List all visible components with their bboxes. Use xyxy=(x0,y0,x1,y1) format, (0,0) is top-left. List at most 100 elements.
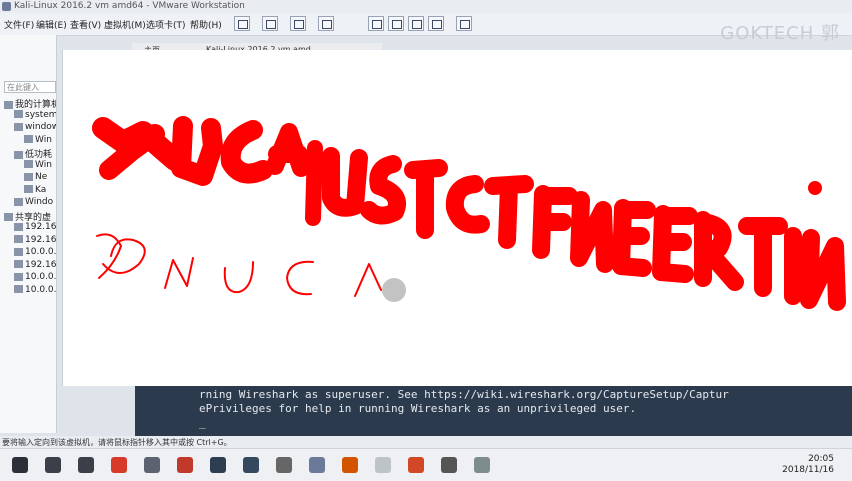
host-icon xyxy=(14,272,23,281)
sidebar-item[interactable]: 192.168. xyxy=(14,260,56,270)
library-sidebar: 在此键入 我的计算机systemwindowsWin低功耗WinNeKaWind… xyxy=(0,35,57,433)
app-icon[interactable] xyxy=(375,457,391,473)
sidebar-item[interactable]: 低功耗 xyxy=(14,147,52,160)
terminal-cursor: _ xyxy=(199,416,206,429)
folder-icon xyxy=(14,150,23,159)
clock-time: 20:05 xyxy=(808,454,834,464)
menu-file[interactable]: 文件(F) xyxy=(4,18,34,31)
sidebar-item[interactable]: Win xyxy=(24,160,52,170)
manage-button[interactable] xyxy=(318,16,334,31)
thumbnail-button[interactable] xyxy=(388,16,404,31)
host-icon xyxy=(14,222,23,231)
revert-button[interactable] xyxy=(290,16,306,31)
app-icon[interactable] xyxy=(342,457,358,473)
vm-icon xyxy=(24,160,33,168)
windows-start-icon[interactable] xyxy=(12,457,28,473)
status-text: 要将输入定向到该虚拟机，请将鼠标指针移入其中或按 Ctrl+G。 xyxy=(2,438,232,447)
snapshot-icon xyxy=(266,20,276,29)
menu-vm[interactable]: 虚拟机(M) xyxy=(104,18,146,31)
sidebar-item-label: 10.0.0.20 xyxy=(25,247,57,257)
sidebar-item-label: Windo xyxy=(25,197,54,207)
sidebar-item[interactable]: 共享的虚 xyxy=(4,210,51,223)
pause-icon xyxy=(238,20,248,29)
sidebar-item-label: Ne xyxy=(35,172,48,182)
handwriting-bold xyxy=(92,116,846,311)
library-search-input[interactable]: 在此键入 xyxy=(4,81,56,93)
pause-button[interactable] xyxy=(234,16,250,31)
app-icon[interactable] xyxy=(474,457,490,473)
menu-view[interactable]: 查看(V) xyxy=(70,18,101,31)
snapshot-button[interactable] xyxy=(262,16,278,31)
sidebar-item-label: 10.0.0.22 xyxy=(25,272,57,282)
menu-help[interactable]: 帮助(H) xyxy=(190,18,222,31)
app-icon[interactable] xyxy=(276,457,292,473)
terminal-line: rning Wireshark as superuser. See https:… xyxy=(199,388,729,401)
host-icon xyxy=(14,247,23,256)
host-icon xyxy=(14,285,23,293)
sidebar-item-label: 192.168. xyxy=(25,222,57,232)
sidebar-item-label: 共享的虚 xyxy=(15,212,52,223)
menu-edit[interactable]: 编辑(E) xyxy=(36,18,67,31)
vmware-app-icon xyxy=(2,2,11,11)
terminal-panel[interactable]: rning Wireshark as superuser. See https:… xyxy=(135,386,852,436)
library-icon xyxy=(372,20,382,29)
sidebar-item-label: Ka xyxy=(35,184,47,195)
folder-icon xyxy=(14,122,23,131)
sidebar-item[interactable]: 192.168. xyxy=(14,234,57,245)
sidebar-item[interactable]: 192.168. xyxy=(14,222,57,232)
menubar: 文件(F) 编辑(E) 查看(V) 虚拟机(M) 选项卡(T) 帮助(H) GO… xyxy=(0,13,852,44)
search-icon[interactable] xyxy=(45,457,61,473)
terminal-line: ePrivileges for help in running Wireshar… xyxy=(199,402,637,415)
fullscreen-button[interactable] xyxy=(428,16,444,31)
vm-icon xyxy=(24,135,33,143)
sidebar-item-label: 10.0.0.20 xyxy=(25,284,57,295)
show-library-button[interactable] xyxy=(368,16,384,31)
sidebar-item-label: windows xyxy=(25,122,56,132)
sidebar-item[interactable]: Windo xyxy=(14,197,53,207)
sidebar-item[interactable]: 10.0.0.20 xyxy=(14,247,57,257)
taskbar: 20:05 2018/11/16 xyxy=(0,448,852,481)
taskview-icon[interactable] xyxy=(78,457,94,473)
sidebar-item[interactable]: Ne xyxy=(24,172,47,182)
sidebar-item[interactable]: Ka xyxy=(24,185,46,195)
sidebar-item[interactable]: 10.0.0.22 xyxy=(14,272,57,282)
taskbar-clock[interactable]: 20:05 2018/11/16 xyxy=(782,454,834,476)
app-icon[interactable] xyxy=(177,457,193,473)
folder-icon xyxy=(4,213,13,221)
sidebar-item[interactable]: 10.0.0.20 xyxy=(14,284,57,295)
console-icon xyxy=(412,20,422,29)
window-title: Kali-Linux 2016.2 vm amd64 - VMware Work… xyxy=(14,1,245,11)
thumbnail-icon xyxy=(392,20,402,29)
app-icon[interactable] xyxy=(210,457,226,473)
vm-icon xyxy=(14,110,23,118)
settings-icon[interactable] xyxy=(441,457,457,473)
handwriting-thin xyxy=(96,233,382,297)
manage-icon xyxy=(322,20,332,29)
console-view-button[interactable] xyxy=(408,16,424,31)
app-icon[interactable] xyxy=(243,457,259,473)
vmware-icon[interactable] xyxy=(309,457,325,473)
sidebar-item-label: 192.168. xyxy=(25,234,57,245)
sidebar-item[interactable]: 我的计算机 xyxy=(4,97,56,110)
menu-tabs[interactable]: 选项卡(T) xyxy=(146,18,186,31)
window-titlebar: Kali-Linux 2016.2 vm amd64 - VMware Work… xyxy=(0,0,852,13)
sidebar-item-label: Win xyxy=(35,134,52,145)
sidebar-item-label: Win xyxy=(35,159,52,170)
app-icon[interactable] xyxy=(144,457,160,473)
vm-icon xyxy=(14,197,23,206)
status-bar: 要将输入定向到该虚拟机，请将鼠标指针移入其中或按 Ctrl+G。 xyxy=(0,436,852,448)
sidebar-item[interactable]: Win xyxy=(24,135,52,145)
sidebar-item[interactable]: system xyxy=(14,109,57,120)
unity-button[interactable] xyxy=(456,16,472,31)
mouse-cursor xyxy=(382,278,406,302)
browser-icon[interactable] xyxy=(111,457,127,473)
drawing-layer xyxy=(92,116,846,311)
computer-icon xyxy=(4,100,13,109)
revert-icon xyxy=(294,20,304,29)
unity-icon xyxy=(460,20,470,29)
clock-date: 2018/11/16 xyxy=(782,465,834,475)
sidebar-item[interactable]: windows xyxy=(14,122,56,132)
sidebar-item-label: system xyxy=(25,109,57,120)
powerpoint-icon[interactable] xyxy=(408,457,424,473)
vm-screen-canvas[interactable] xyxy=(62,50,852,386)
